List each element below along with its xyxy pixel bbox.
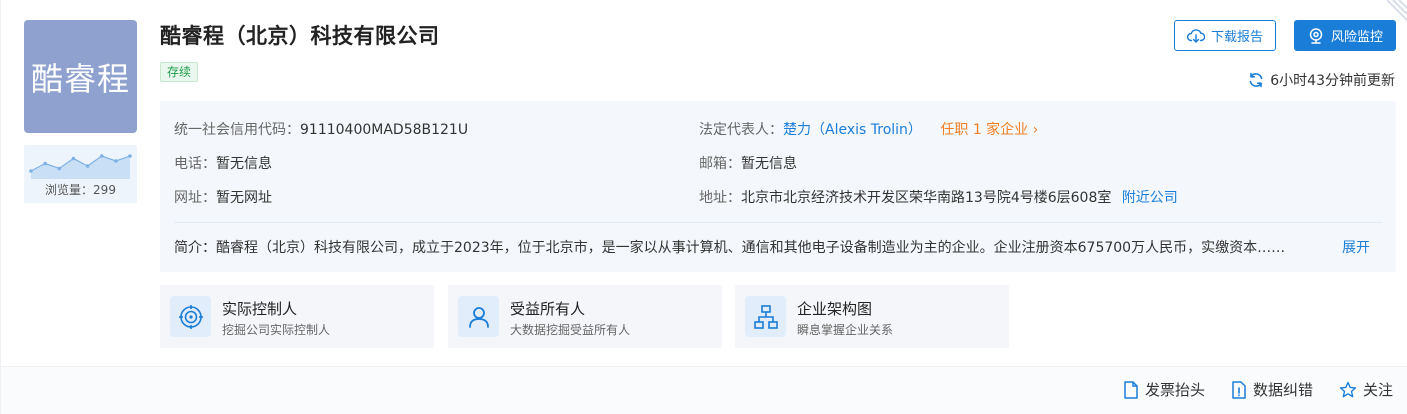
company-name: 酷睿程（北京）科技有限公司 [160, 24, 440, 48]
phone-label: 电话： [174, 156, 216, 172]
legal-rep-roles-text: 任职 1 家企业 [940, 122, 1029, 138]
star-icon [1339, 381, 1357, 397]
follow-button[interactable]: 关注 [1339, 379, 1393, 400]
follow-label: 关注 [1363, 381, 1394, 399]
address-row: 地址：北京市北京经济技术开发区荣华南路13号院4号楼6层608室 附近公司 [699, 187, 1178, 207]
info-divider [174, 222, 1382, 223]
website-label: 网址： [174, 190, 216, 206]
views-panel: 浏览量：299 [24, 145, 137, 203]
nearby-companies-link[interactable]: 附近公司 [1122, 190, 1178, 206]
email-row: 邮箱：暂无信息 [699, 153, 797, 173]
credit-code-value: 91110400MAD58B121U [300, 122, 469, 138]
monitor-icon [1309, 27, 1323, 44]
legal-rep-row: 法定代表人：楚力（Alexis Trolin） 任职 1 家企业 › [699, 119, 1038, 139]
trend-point [99, 154, 104, 158]
address-value: 北京市北京经济技术开发区荣华南路13号院4号楼6层608室 [741, 190, 1112, 206]
views-trend-chart [29, 154, 132, 179]
card-footer: 发票抬头 数据纠错 关注 [1, 366, 1407, 414]
cloud-download-icon [1186, 28, 1205, 43]
download-report-label: 下载报告 [1210, 30, 1263, 45]
trend-point [71, 156, 76, 161]
refresh-icon [1249, 72, 1263, 88]
legal-rep-label: 法定代表人： [699, 122, 783, 138]
document-icon [1124, 380, 1138, 399]
risk-monitor-label: 风险监控 [1330, 30, 1383, 45]
status-badge: 存续 [160, 62, 199, 82]
trend-point [29, 169, 33, 173]
update-time: 6小时43分钟前更新 [1270, 73, 1395, 89]
feature-title: 受益所有人 [510, 300, 586, 318]
feature-desc: 瞬息掌握企业关系 [797, 323, 894, 337]
feature-actual-controller[interactable]: 实际控制人 挖掘公司实际控制人 [160, 285, 434, 348]
logo-text: 酷睿程 [30, 59, 130, 98]
org-chart-icon [745, 296, 786, 337]
invoice-label: 发票抬头 [1145, 381, 1206, 399]
email-value: 暂无信息 [741, 156, 797, 172]
intro-text: 酷睿程（北京）科技有限公司，成立于2023年，位于北京市，是一家以从事计算机、通… [216, 240, 1286, 256]
trend-point [114, 159, 118, 163]
credit-code-label: 统一社会信用代码： [174, 122, 300, 138]
legal-rep-link[interactable]: 楚力（Alexis Trolin） [783, 122, 922, 138]
data-correction-button[interactable]: 数据纠错 [1231, 379, 1313, 400]
phone-row: 电话：暂无信息 [174, 153, 272, 173]
email-label: 邮箱： [699, 156, 741, 172]
target-icon [170, 296, 211, 337]
feature-beneficial-owner[interactable]: 受益所有人 大数据挖掘受益所有人 [448, 285, 722, 348]
feature-org-chart[interactable]: 企业架构图 瞬息掌握企业关系 [735, 285, 1009, 348]
chevron-right-icon: › [1028, 122, 1039, 138]
website-row: 网址：暂无网址 [174, 187, 272, 207]
trend-point [85, 164, 90, 168]
expand-link[interactable]: 展开 [1342, 237, 1370, 257]
person-icon [458, 296, 499, 337]
info-panel: 统一社会信用代码：91110400MAD58B121U 法定代表人：楚力（Ale… [160, 101, 1396, 272]
feature-title: 企业架构图 [797, 300, 873, 318]
trend-point [43, 161, 47, 166]
phone-value: 暂无信息 [216, 156, 272, 172]
trend-point [128, 154, 132, 158]
risk-monitor-button[interactable]: 风险监控 [1294, 20, 1396, 51]
company-card: 酷睿程 浏览量：299 酷睿程（北京）科技有限公司 存续 下载报告 风险监控 6… [0, 0, 1407, 414]
feature-desc: 挖掘公司实际控制人 [222, 323, 331, 337]
feature-desc: 大数据挖掘受益所有人 [510, 323, 631, 337]
feature-title: 实际控制人 [222, 300, 298, 318]
invoice-button[interactable]: 发票抬头 [1123, 379, 1205, 400]
views-count: 浏览量：299 [45, 183, 116, 197]
download-report-button[interactable]: 下载报告 [1174, 20, 1276, 51]
company-logo: 酷睿程 [24, 20, 137, 133]
intro-label: 简介： [174, 240, 216, 256]
correction-icon [1232, 380, 1246, 399]
trend-point [57, 166, 62, 171]
correction-label: 数据纠错 [1253, 381, 1314, 399]
corner-pattern [1386, 0, 1407, 21]
credit-code-row: 统一社会信用代码：91110400MAD58B121U [174, 119, 468, 139]
legal-rep-roles-link[interactable]: 任职 1 家企业 › [940, 122, 1038, 138]
address-label: 地址： [699, 190, 741, 206]
update-status[interactable]: 6小时43分钟前更新 [1248, 70, 1395, 90]
intro-row: 简介：酷睿程（北京）科技有限公司，成立于2023年，位于北京市，是一家以从事计算… [174, 237, 1324, 257]
website-value: 暂无网址 [216, 190, 272, 206]
